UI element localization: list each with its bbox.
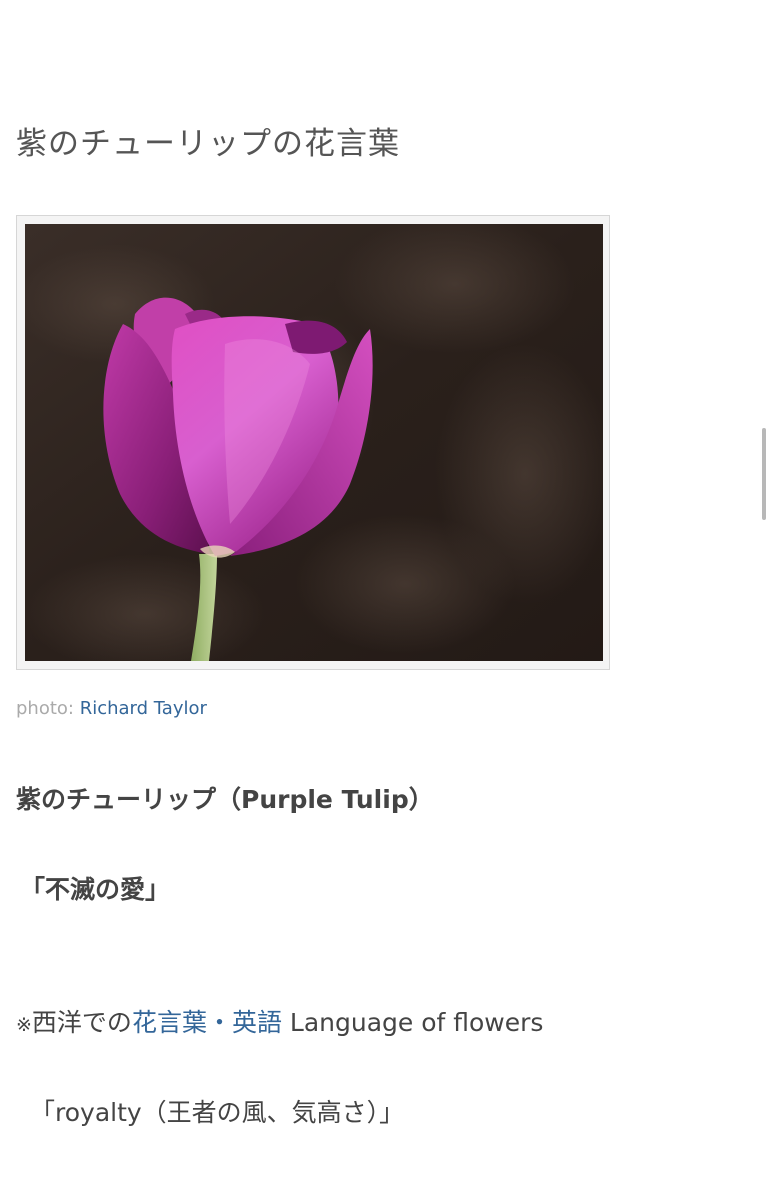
photo-credit-link[interactable]: Richard Taylor	[80, 698, 207, 719]
purple-tulip-photo[interactable]	[25, 224, 603, 661]
meaning-english: 「royalty（王者の風、気高さ）」	[30, 1098, 405, 1127]
photo-frame	[16, 215, 610, 670]
scrollbar-thumb[interactable]	[762, 428, 766, 520]
western-meaning-line: ※西洋での花言葉・英語 Language of flowers	[16, 1003, 543, 1039]
language-of-flowers-link[interactable]: 花言葉・英語	[132, 1008, 282, 1037]
photo-credit: photo: Richard Taylor	[16, 698, 207, 719]
western-suffix: Language of flowers	[281, 1008, 544, 1037]
section-heading: 紫のチューリップの花言葉	[16, 126, 400, 162]
photo-credit-prefix: photo:	[16, 698, 74, 719]
note-mark: ※	[16, 1014, 32, 1036]
flower-name: 紫のチューリップ（Purple Tulip）	[16, 785, 434, 814]
meaning-japanese: 「不滅の愛」	[20, 875, 171, 904]
western-prefix: 西洋での	[31, 1008, 132, 1037]
